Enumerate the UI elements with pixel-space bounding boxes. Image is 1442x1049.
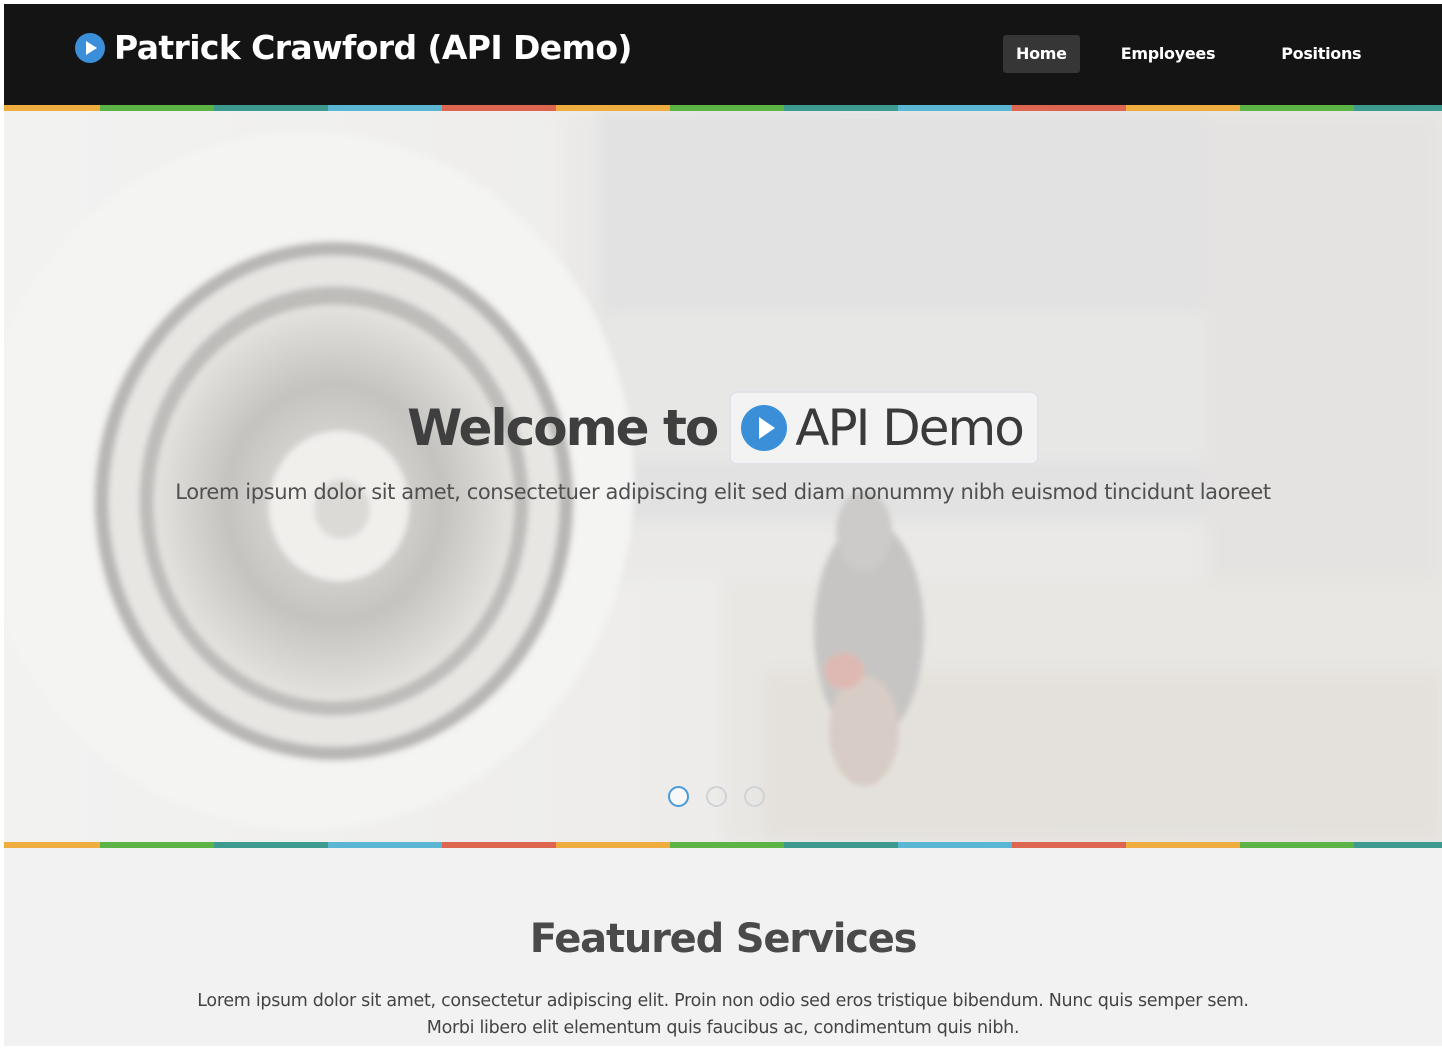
color-strip-segment xyxy=(100,842,214,848)
nav-positions[interactable]: Positions xyxy=(1268,35,1374,73)
play-circle-icon xyxy=(741,405,788,451)
color-strip-segment xyxy=(784,842,898,848)
color-strip-segment xyxy=(670,842,784,848)
welcome-text: Welcome to xyxy=(407,399,719,457)
brand-title: Patrick Crawford (API Demo) xyxy=(114,28,632,67)
color-strip-segment xyxy=(1126,842,1240,848)
brand-link[interactable]: Patrick Crawford (API Demo) xyxy=(75,31,632,64)
color-strip-segment xyxy=(556,842,670,848)
api-demo-logo: API Demo xyxy=(729,391,1039,465)
color-strip-segment xyxy=(4,842,100,848)
featured-services-text: Lorem ipsum dolor sit amet, consectetur … xyxy=(4,988,1442,1042)
featured-text-line-1: Lorem ipsum dolor sit amet, consectetur … xyxy=(197,991,1249,1011)
hero-carousel: Welcome to API Demo Lorem ipsum dolor si… xyxy=(4,111,1442,842)
main-nav: Home Employees Positions xyxy=(1003,35,1374,73)
color-strip-bottom xyxy=(4,842,1442,848)
page: Patrick Crawford (API Demo) Home Employe… xyxy=(4,4,1442,1046)
nav-home[interactable]: Home xyxy=(1003,35,1080,73)
hero-subtitle: Lorem ipsum dolor sit amet, consectetuer… xyxy=(175,480,1271,504)
color-strip-segment xyxy=(328,842,442,848)
carousel-dot-2[interactable] xyxy=(706,786,727,807)
carousel-dot-3[interactable] xyxy=(744,786,765,807)
nav-employees[interactable]: Employees xyxy=(1108,35,1229,73)
navbar: Patrick Crawford (API Demo) Home Employe… xyxy=(4,4,1442,105)
play-circle-icon xyxy=(75,32,105,63)
color-strip-segment xyxy=(898,842,1012,848)
color-strip-segment xyxy=(442,842,556,848)
color-strip-segment xyxy=(1354,842,1442,848)
color-strip-segment xyxy=(1240,842,1354,848)
featured-services-title: Featured Services xyxy=(529,916,918,962)
carousel-indicators xyxy=(668,786,782,807)
carousel-dot-1[interactable] xyxy=(668,786,689,807)
hero-title: Welcome to API Demo xyxy=(4,391,1442,465)
hero-overlay xyxy=(4,111,1442,842)
featured-text-line-2: Morbi libero elit elementum quis faucibu… xyxy=(426,1018,1020,1038)
color-strip-segment xyxy=(1012,842,1126,848)
logo-text: API Demo xyxy=(795,399,1025,457)
color-strip-segment xyxy=(214,842,328,848)
